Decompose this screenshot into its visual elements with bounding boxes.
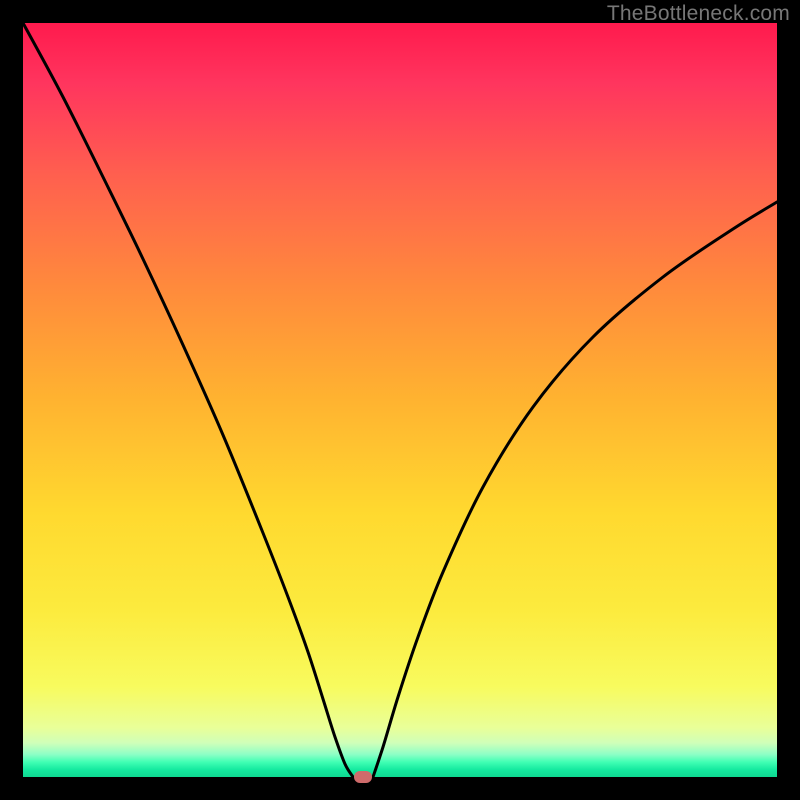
watermark-text: TheBottleneck.com	[607, 2, 790, 26]
optimum-marker	[354, 771, 372, 783]
chart-plot-area	[23, 23, 777, 777]
bottleneck-curve	[23, 23, 777, 777]
